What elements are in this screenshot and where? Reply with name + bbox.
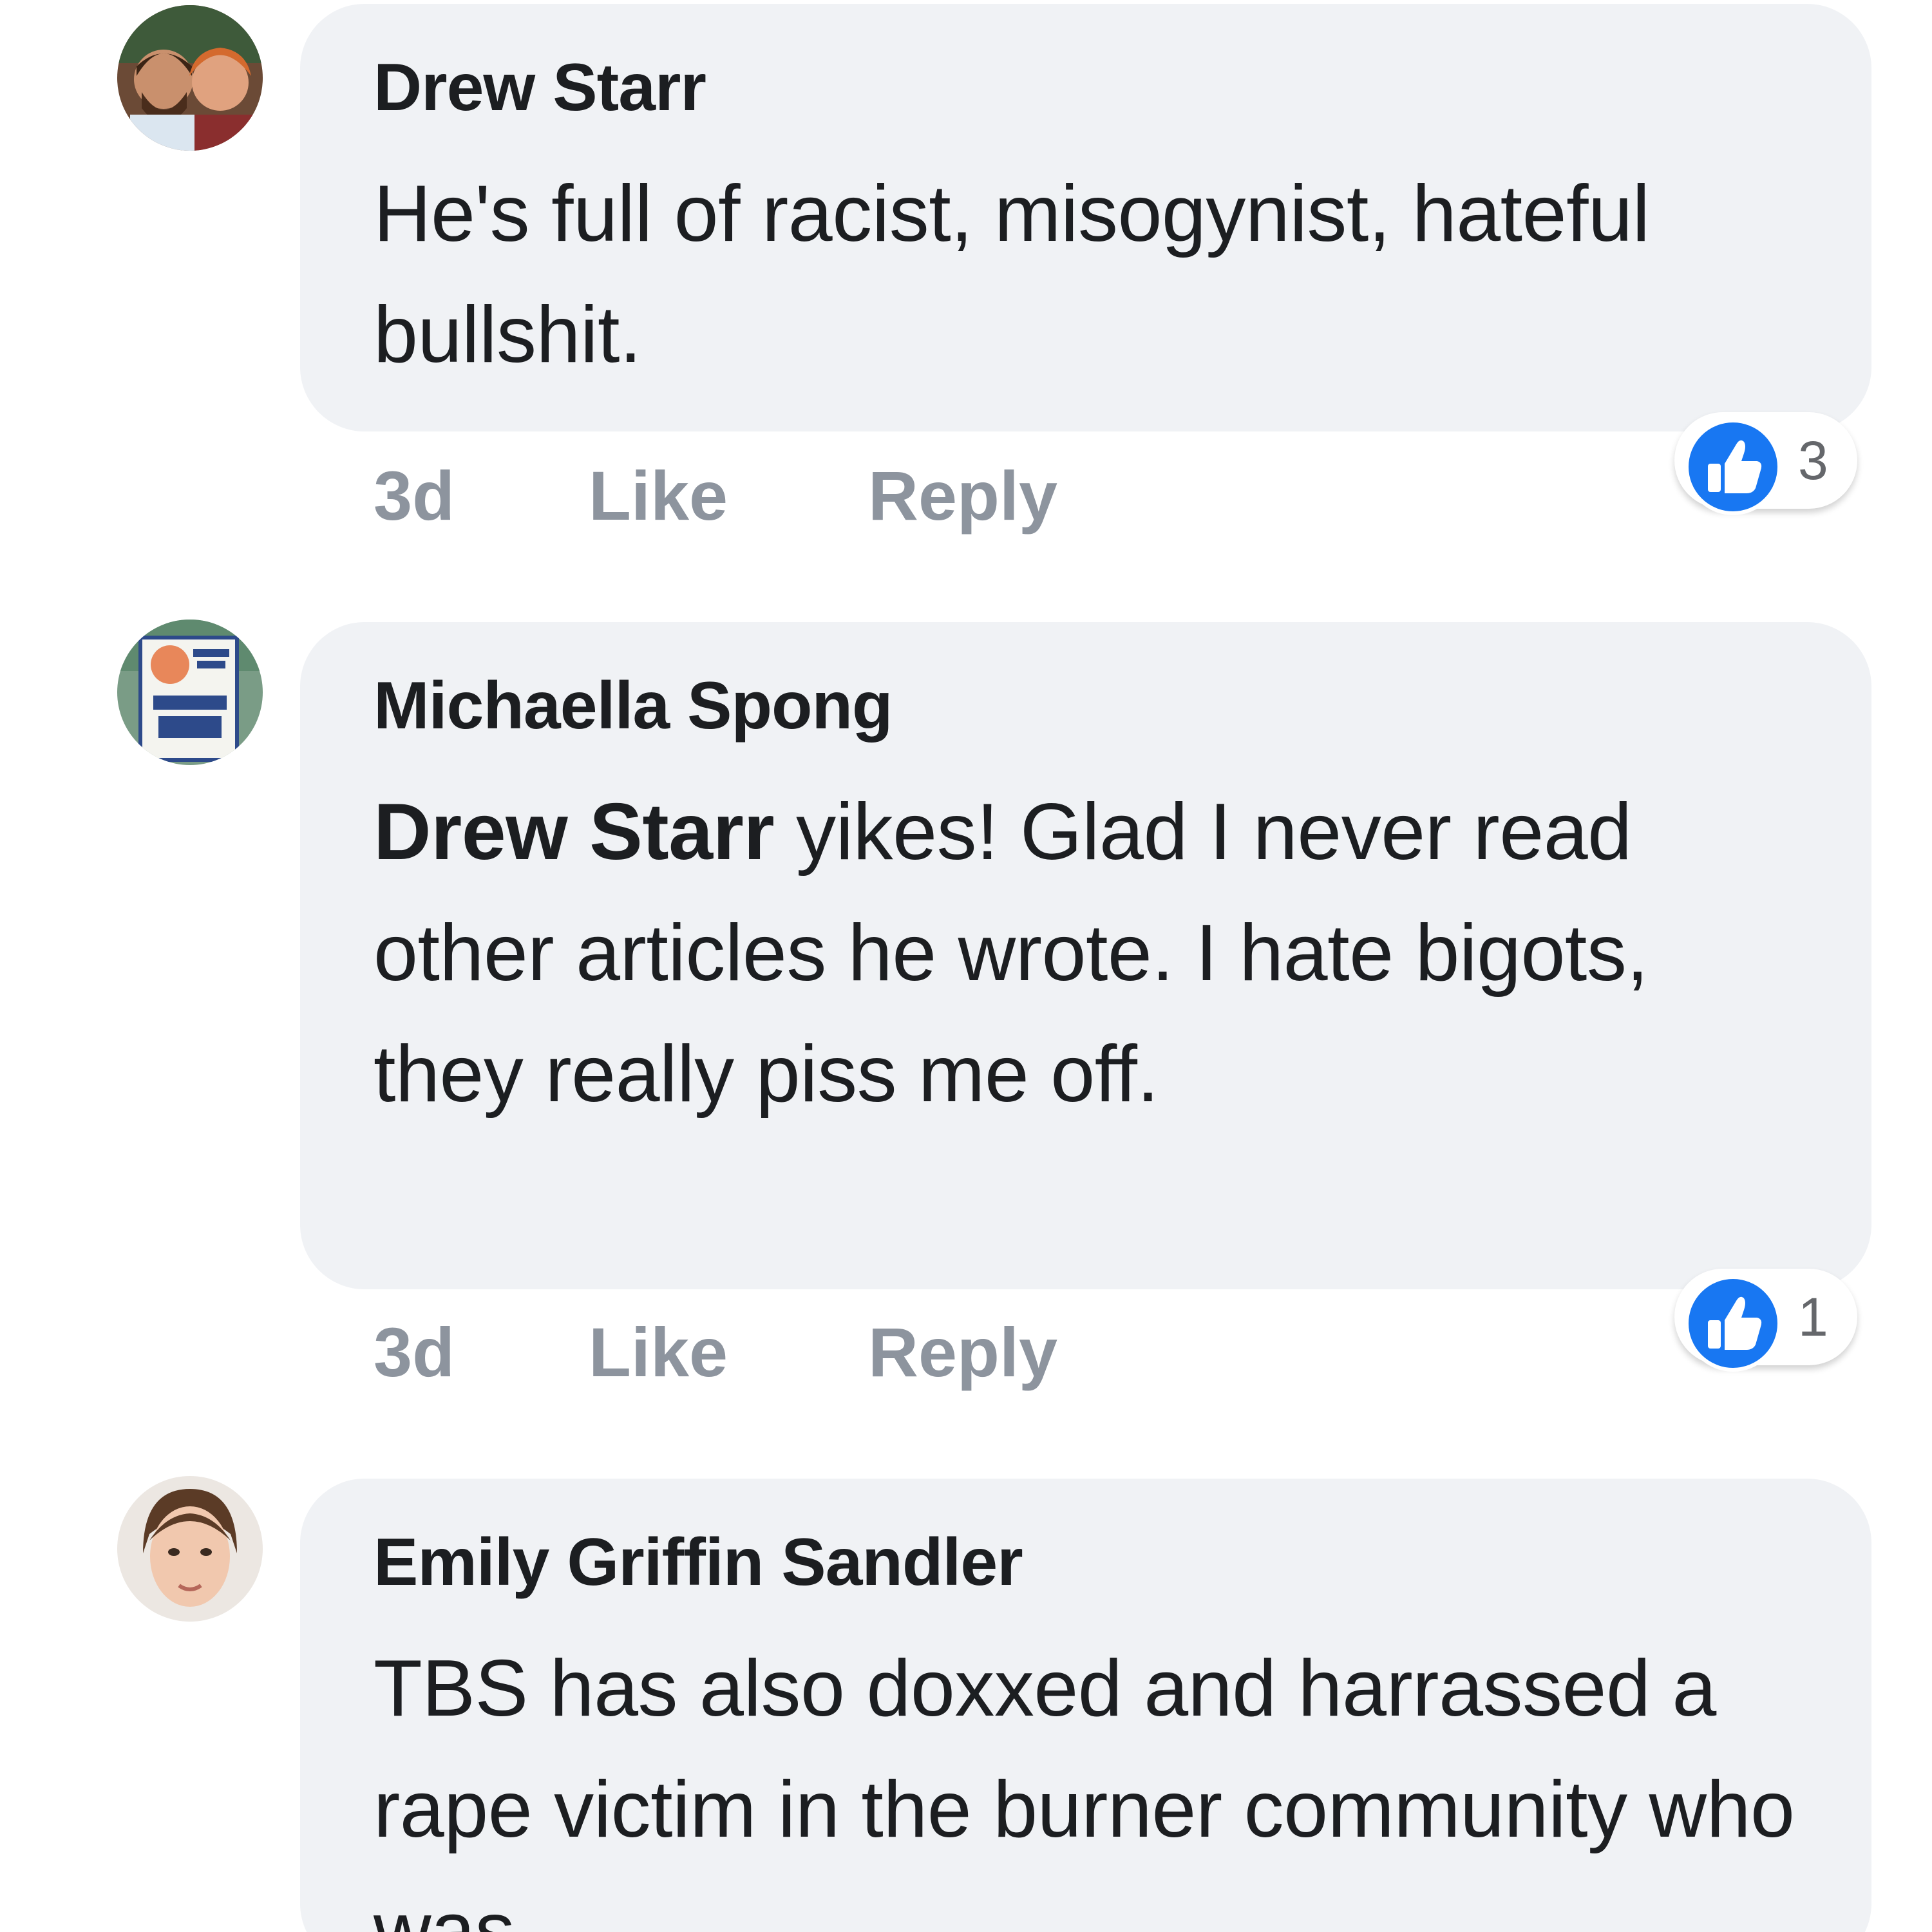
comment-text: He's full of racist, misogynist, hateful… [374, 153, 1801, 395]
comment-author[interactable]: Emily Griffin Sandler [374, 1524, 1801, 1601]
comment-bubble: Michaella Spong Drew Starr yikes! Glad I… [300, 622, 1871, 1289]
mention-link[interactable]: Drew Starr [374, 788, 775, 876]
like-button[interactable]: Like [589, 457, 728, 535]
like-button[interactable]: Like [589, 1314, 728, 1391]
thumbs-up-icon [1685, 419, 1781, 515]
reaction-summary[interactable]: 1 [1674, 1269, 1857, 1372]
avatar-photo-woman [117, 1476, 263, 1622]
avatar[interactable] [117, 620, 263, 765]
avatar[interactable] [117, 5, 263, 151]
reaction-summary[interactable]: 3 [1674, 412, 1857, 515]
comment-text: Drew Starr yikes! Glad I never read othe… [374, 772, 1801, 1135]
comment-text: TBS has also doxxed and harrassed a rape… [374, 1628, 1801, 1932]
avatar[interactable] [117, 1476, 263, 1622]
reply-button[interactable]: Reply [868, 1314, 1057, 1391]
reaction-count: 1 [1798, 1287, 1828, 1347]
comment-bubble: Emily Griffin Sandler TBS has also doxxe… [300, 1479, 1871, 1932]
comment-bubble: Drew Starr He's full of racist, misogyni… [300, 4, 1871, 431]
comment-author[interactable]: Michaella Spong [374, 667, 1801, 744]
avatar-photo-couple [117, 5, 263, 151]
comment-author[interactable]: Drew Starr [374, 49, 1801, 126]
comment-thread: Drew Starr He's full of racist, misogyni… [0, 0, 1932, 1932]
comment-timestamp[interactable]: 3d [374, 457, 455, 535]
comment-timestamp[interactable]: 3d [374, 1314, 455, 1391]
comment-body-text: TBS has also doxxed and harrassed a rape… [374, 1644, 1795, 1932]
comment-body-text: He's full of racist, misogynist, hateful… [374, 169, 1650, 379]
reply-button[interactable]: Reply [868, 457, 1057, 535]
avatar-photo-sign [117, 620, 263, 765]
thumbs-up-icon [1685, 1275, 1781, 1372]
reaction-count: 3 [1798, 430, 1828, 491]
